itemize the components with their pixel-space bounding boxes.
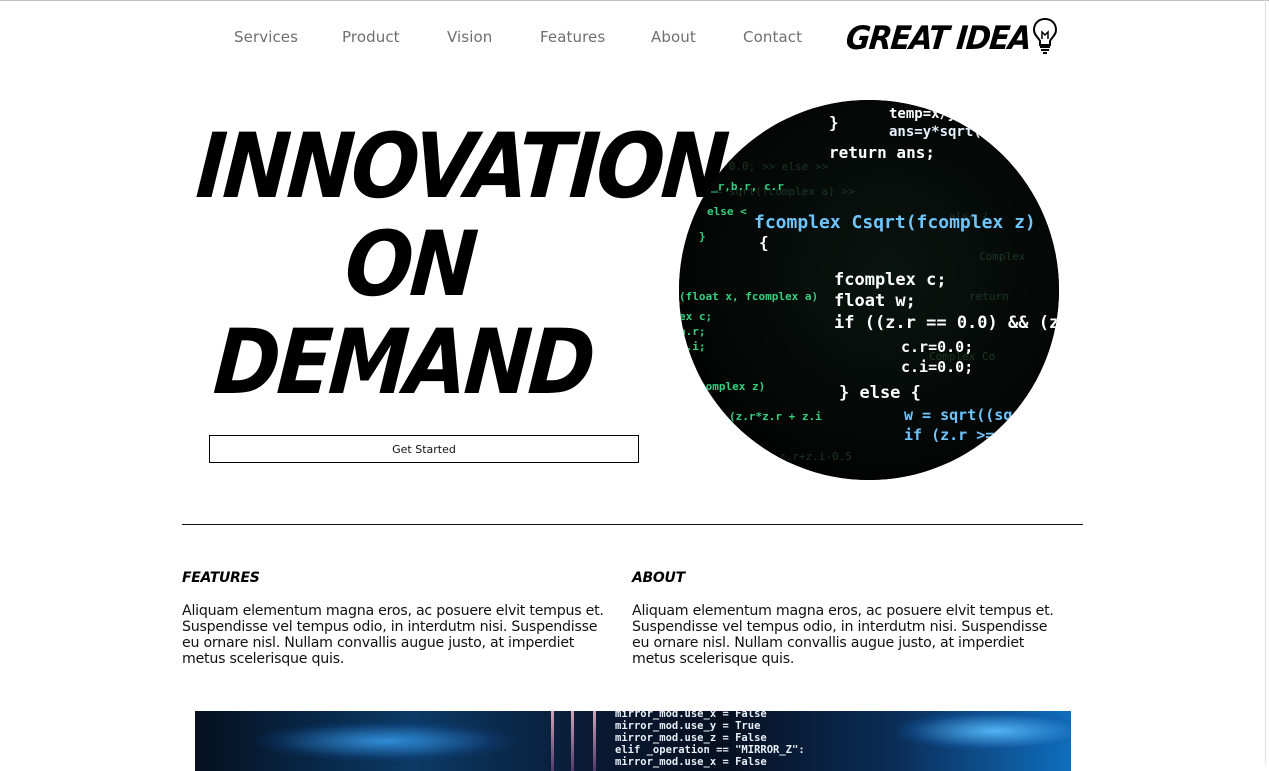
code-line: if (z.r >= 0.0) xyxy=(904,426,1039,444)
svg-text:}: } xyxy=(699,230,706,243)
nav-link-features[interactable]: Features xyxy=(540,28,605,46)
svg-text:(z.r*z.r + z.i: (z.r*z.r + z.i xyxy=(729,410,822,423)
code-line: if ((z.r == 0.0) && (z.i == 0.0)) { xyxy=(834,313,1059,333)
code-line: } xyxy=(829,113,839,132)
features-section: FEATURES Aliquam elementum magna eros, a… xyxy=(182,570,612,667)
code-line: w = sqrt((sqrt(z.r xyxy=(904,406,1059,424)
code-line: fcomplex Csqrt(fcomplex z) xyxy=(754,212,1036,233)
hero-code-image: q.i = 0.0; >> else >> z.r = sqrt(fcomple… xyxy=(679,100,1059,480)
section-divider xyxy=(182,524,1083,525)
top-border xyxy=(0,0,1269,1)
svg-text:z.r+z.i-0.5: z.r+z.i-0.5 xyxy=(779,450,852,463)
svg-text:a.r;: a.r; xyxy=(679,325,706,338)
hero-title-line-1: INNOVATION xyxy=(193,114,730,219)
about-section: ABOUT Aliquam elementum magna eros, ac p… xyxy=(632,570,1062,667)
hero-title-line-2: ON xyxy=(341,212,479,317)
code-line: float w; xyxy=(834,291,916,311)
nav-link-contact[interactable]: Contact xyxy=(743,28,802,46)
nav-link-about[interactable]: About xyxy=(651,28,696,46)
features-heading: FEATURES xyxy=(182,570,260,586)
code-line: c.r=0.0; xyxy=(901,338,973,356)
svg-text:complex z): complex z) xyxy=(699,380,765,393)
code-line: return ans; xyxy=(829,143,935,162)
about-heading: ABOUT xyxy=(632,570,685,586)
svg-text:Complex: Complex xyxy=(979,250,1026,263)
code-line: fcomplex c; xyxy=(834,270,947,290)
logo-text: GREAT IDEA xyxy=(844,19,1033,57)
scrollbar-edge xyxy=(1265,0,1266,764)
code-line: { xyxy=(759,233,769,252)
nav-link-product[interactable]: Product xyxy=(342,28,400,46)
get-started-button[interactable]: Get Started xyxy=(209,435,639,463)
svg-text:ex c;: ex c; xyxy=(679,310,712,323)
banner-code: mirror_mod.use_x = False mirror_mod.use_… xyxy=(615,711,805,768)
features-text: Aliquam elementum magna eros, ac posuere… xyxy=(182,603,604,667)
code-screen-illustration: q.i = 0.0; >> else >> z.r = sqrt(fcomple… xyxy=(679,100,1059,480)
code-line: ans=y*sqrt(1.0+temp*temp) xyxy=(889,124,1059,140)
svg-text:_r,b.r, c.r: _r,b.r, c.r xyxy=(711,180,784,193)
about-text: Aliquam elementum magna eros, ac posuere… xyxy=(632,603,1054,667)
code-line: temp=x/y; xyxy=(889,106,965,122)
svg-text:return: return xyxy=(969,290,1009,303)
svg-text:(float x, fcomplex a): (float x, fcomplex a) xyxy=(679,290,818,303)
code-line: } else { xyxy=(839,383,921,403)
lightbulb-icon xyxy=(1033,17,1058,54)
logo[interactable]: GREAT IDEA xyxy=(844,17,1058,58)
svg-text:else <: else < xyxy=(707,205,747,218)
code-banner-image: mirror_mod.use_x = False mirror_mod.use_… xyxy=(195,711,1071,771)
hero-title-line-3: DEMAND xyxy=(210,310,596,415)
code-line: c.i=0.0; xyxy=(901,358,973,376)
svg-text:a.i;: a.i; xyxy=(679,340,706,353)
nav-link-vision[interactable]: Vision xyxy=(447,28,492,46)
nav-link-services[interactable]: Services xyxy=(234,28,298,46)
main-nav: Services Product Vision Features About C… xyxy=(0,28,1269,50)
hero-title: INNOVATION ON DEMAND xyxy=(180,114,729,414)
